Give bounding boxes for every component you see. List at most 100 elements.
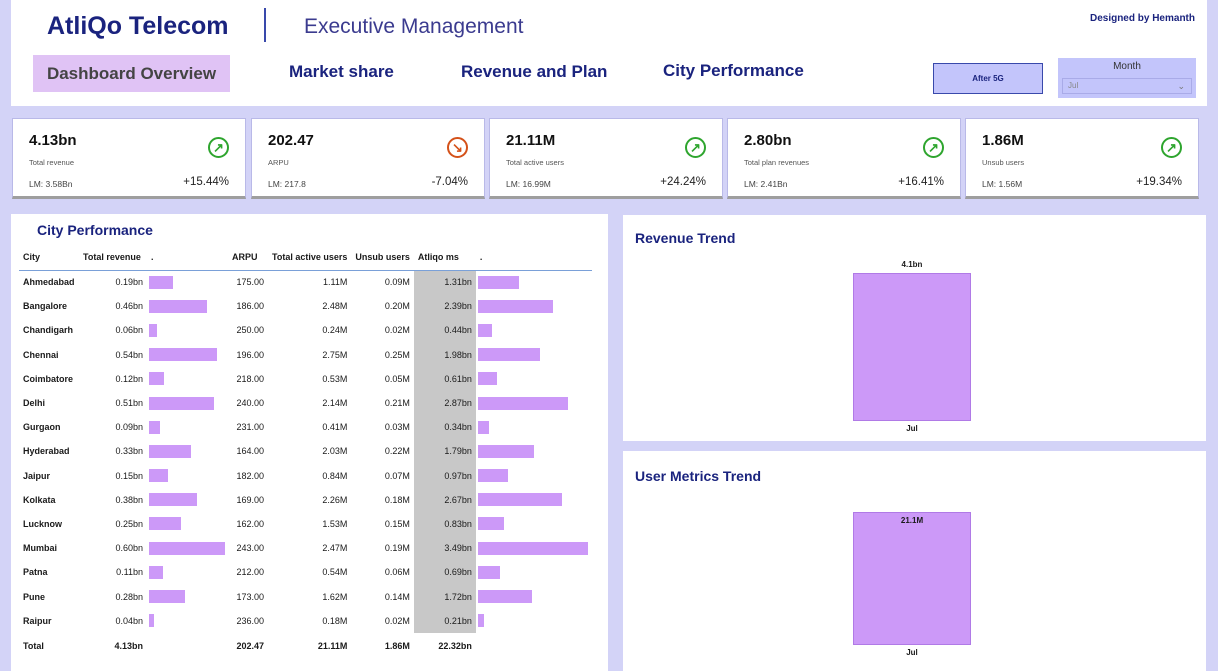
table-row[interactable]: Mumbai 0.60bn 243.00 2.47M 0.19M 3.49bn (19, 536, 592, 561)
table-row[interactable]: Chandigarh 0.06bn 250.00 0.24M 0.02M 0.44bn (19, 318, 592, 343)
cell-unsub-users: 0.22M (384, 446, 410, 457)
cell-unsub-users: 0.07M (384, 470, 410, 481)
revenue-bar (149, 348, 218, 362)
cell-unsub-users: 0.20M (384, 301, 410, 312)
kpi-value: 21.11M (506, 132, 556, 149)
kpi-change: +16.41% (898, 176, 944, 188)
cell-ms-bar (476, 294, 592, 318)
table-row[interactable]: Jaipur 0.15bn 182.00 0.84M 0.07M 0.97bn (19, 463, 592, 488)
total-active-users: 21.11M (317, 640, 348, 651)
ms-bar (477, 275, 520, 289)
tab-revenue-and-plan[interactable]: Revenue and Plan (461, 62, 607, 82)
ms-bar (477, 396, 569, 410)
cell-city: Bangalore (23, 301, 68, 312)
cell-active-users: 0.84M (322, 470, 348, 481)
cell-revenue-bar (147, 488, 228, 512)
cell-revenue-bar (147, 560, 228, 584)
cell-atliqo-ms: 2.67bn (413, 487, 476, 512)
cell-arpu: 240.00 (236, 398, 264, 409)
table-row[interactable]: Ahmedabad 0.19bn 175.00 1.11M 0.09M 1.31bn (19, 270, 592, 295)
table-row[interactable]: Bangalore 0.46bn 186.00 2.48M 0.20M 2.39bn (19, 294, 592, 319)
cell-revenue-bar (147, 367, 228, 391)
cell-active-users: 2.47M (322, 543, 348, 554)
cell-ms-bar (476, 270, 592, 294)
col-arpu[interactable]: ARPU (228, 244, 268, 271)
cell-total-revenue: 0.15bn (115, 470, 143, 481)
month-dropdown[interactable]: Jul ⌄ (1062, 78, 1192, 94)
cell-arpu: 182.00 (236, 470, 264, 481)
tab-city-performance[interactable]: City Performance (663, 61, 804, 81)
cell-city: Lucknow (23, 518, 63, 529)
cell-ms-bar (476, 512, 592, 536)
cell-ms-bar (476, 415, 592, 439)
col-atliqo-ms[interactable]: Atliqo ms (413, 244, 476, 271)
chart-bar[interactable] (853, 512, 971, 645)
revenue-bar (149, 396, 214, 410)
table-row[interactable]: Patna 0.11bn 212.00 0.54M 0.06M 0.69bn (19, 560, 592, 585)
table-row[interactable]: Kolkata 0.38bn 169.00 2.26M 0.18M 2.67bn (19, 487, 592, 512)
cell-active-users: 2.14M (322, 398, 348, 409)
col-total-active-users[interactable]: Total active users (268, 244, 352, 271)
col-ms-bar[interactable]: . (475, 244, 592, 271)
cell-unsub-users: 0.02M (384, 615, 410, 626)
cell-unsub-users: 0.19M (384, 543, 410, 554)
cell-revenue-bar (147, 609, 228, 633)
chevron-down-icon: ⌄ (1177, 81, 1185, 91)
ms-bar (477, 469, 509, 483)
cell-active-users: 1.53M (322, 518, 348, 529)
table-row[interactable]: Gurgaon 0.09bn 231.00 0.41M 0.03M 0.34bn (19, 415, 592, 440)
kpi-label: Total active users (506, 158, 564, 167)
cell-active-users: 0.18M (322, 615, 348, 626)
col-total-revenue[interactable]: Total revenue (79, 244, 147, 271)
cell-total-revenue: 0.04bn (115, 615, 143, 626)
revenue-trend-panel: Revenue Trend 4.1bn Jul (623, 215, 1206, 441)
table-header-row: City Total revenue . ARPU Total active u… (19, 244, 592, 271)
revenue-bar (149, 469, 168, 483)
chart-data-label: 21.1M (900, 516, 924, 525)
kpi-change: +15.44% (183, 176, 229, 188)
col-revenue-bar[interactable]: . (147, 244, 228, 271)
cell-unsub-users: 0.06M (384, 567, 410, 578)
table-row[interactable]: Raipur 0.04bn 236.00 0.18M 0.02M 0.21bn (19, 608, 592, 633)
table-row[interactable]: Lucknow 0.25bn 162.00 1.53M 0.15M 0.83bn (19, 511, 592, 537)
kpi-value: 1.86M (982, 132, 1024, 149)
kpi-card: 2.80bn Total plan revenues LM: 2.41Bn +16.4… (727, 118, 961, 199)
table-row[interactable]: Delhi 0.51bn 240.00 2.14M 0.21M 2.87bn (19, 390, 592, 416)
table-row[interactable]: Chennai 0.54bn 196.00 2.75M 0.25M 1.98bn (19, 342, 592, 367)
cell-active-users: 0.41M (322, 422, 348, 433)
revenue-bar (149, 420, 161, 434)
cell-active-users: 0.53M (322, 373, 348, 384)
after-5g-button[interactable]: After 5G (933, 63, 1043, 94)
col-unsub-users[interactable]: Unsub users (351, 244, 414, 271)
tab-market-share[interactable]: Market share (289, 62, 394, 82)
ms-bar (477, 372, 498, 386)
cell-arpu: 236.00 (236, 615, 264, 626)
cell-ms-bar (476, 584, 592, 608)
cell-city: Patna (23, 567, 48, 578)
chart-bar[interactable] (853, 273, 971, 421)
table-row[interactable]: Pune 0.28bn 173.00 1.62M 0.14M 1.72bn (19, 584, 592, 609)
ms-bar (477, 590, 533, 604)
brand-divider (264, 8, 266, 42)
revenue-bar (149, 372, 165, 386)
tab-dashboard-overview[interactable]: Dashboard Overview (33, 55, 230, 92)
designer-credit: Designed by Hemanth (1089, 13, 1195, 24)
user-metrics-trend-panel: User Metrics Trend 21.1M Jul (623, 451, 1206, 671)
cell-atliqo-ms: 1.79bn (413, 439, 476, 464)
cell-revenue-bar (147, 439, 228, 463)
kpi-change: +24.24% (660, 176, 706, 188)
total-arpu: 202.47 (236, 640, 264, 651)
cell-total-revenue: 0.60bn (115, 543, 143, 554)
cell-city: Ahmedabad (23, 277, 75, 288)
cell-atliqo-ms: 0.61bn (413, 366, 476, 391)
cell-arpu: 231.00 (236, 422, 264, 433)
table-row[interactable]: Coimbatore 0.12bn 218.00 0.53M 0.05M 0.61bn (19, 366, 592, 391)
cell-atliqo-ms: 0.83bn (413, 511, 476, 537)
table-row[interactable]: Hyderabad 0.33bn 164.00 2.03M 0.22M 1.79bn (19, 439, 592, 464)
cell-ms-bar (476, 488, 592, 512)
cell-arpu: 169.00 (236, 494, 264, 505)
total-label: Total (23, 640, 44, 651)
kpi-last-month: LM: 217.8 (268, 179, 306, 189)
col-city[interactable]: City (19, 244, 79, 271)
cell-revenue-bar (147, 270, 228, 294)
